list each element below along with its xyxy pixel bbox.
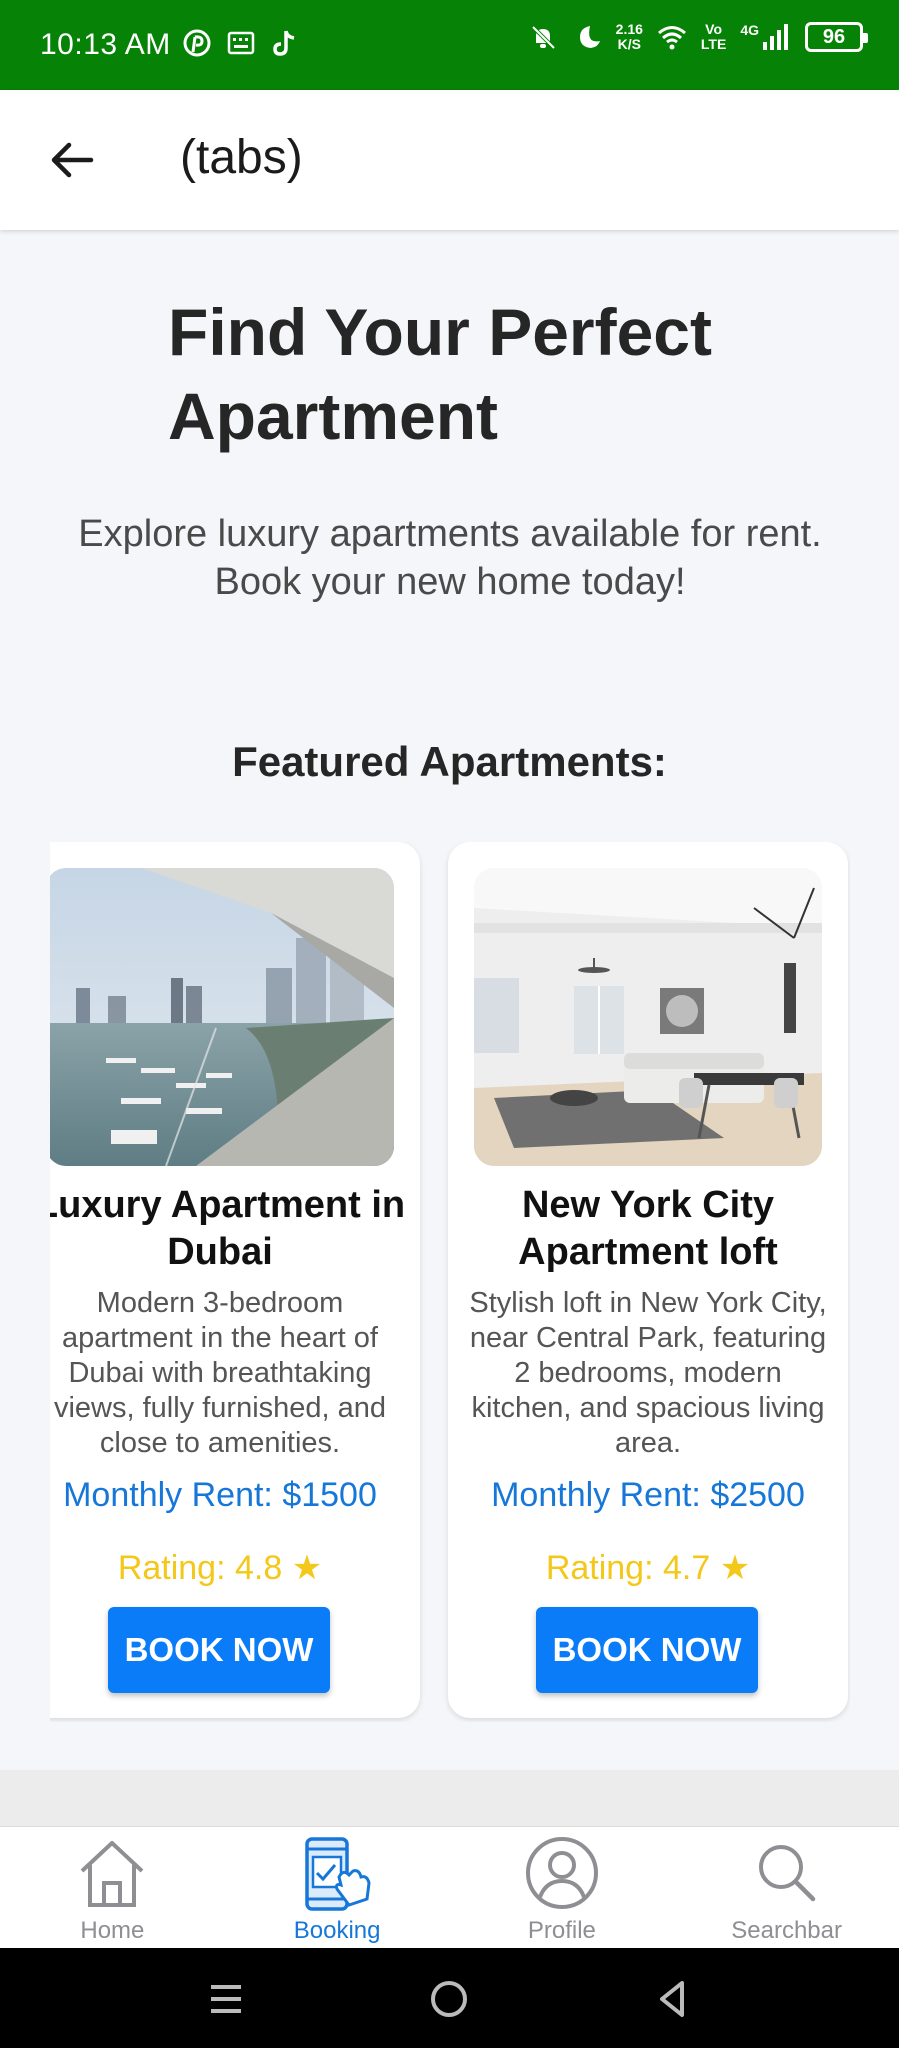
apartment-card-nyc[interactable]: New York City Apartment loft Stylish lof… <box>448 842 848 1718</box>
apartment-card-dubai[interactable]: Luxury Apartment in Dubai Modern 3-bedro… <box>50 842 420 1718</box>
bottom-tab-bar: Home Booking Profile Searchbar <box>0 1826 899 1948</box>
apartment-image-dubai <box>50 868 394 1166</box>
keyboard-icon <box>227 31 255 55</box>
network-speed-unit: K/S <box>617 36 641 52</box>
home-icon <box>81 1841 144 1907</box>
wifi-icon <box>657 26 686 50</box>
battery-level: 96 <box>822 25 846 48</box>
network-type: 4G <box>740 22 759 38</box>
back-button[interactable] <box>44 132 100 188</box>
status-bar: 10:13 AM 2.16 K/S Vo LTE 4G 96 <box>0 0 899 90</box>
book-now-button[interactable]: BOOK NOW <box>536 1607 758 1693</box>
battery-icon: 96 <box>805 22 868 52</box>
apartment-rent: Monthly Rent: $2500 <box>491 1476 805 1514</box>
tab-home[interactable]: Home <box>0 1827 225 1948</box>
signal-icon <box>763 24 788 50</box>
mute-bell-icon <box>531 25 556 50</box>
featured-heading: Featured Apartments: <box>232 738 667 785</box>
apartment-image-nyc <box>474 868 822 1166</box>
tab-searchbar-label: Searchbar <box>731 1917 842 1944</box>
apartment-rating: Rating: 4.7 ★ <box>545 1549 751 1587</box>
tab-booking-label: Booking <box>293 1917 381 1944</box>
profile-icon <box>525 1837 598 1909</box>
signal-strength: 4G <box>740 22 791 52</box>
apartment-carousel[interactable]: Luxury Apartment in Dubai Modern 3-bedro… <box>50 842 850 1722</box>
header-title: (tabs) <box>180 131 303 184</box>
status-time: 10:13 AM <box>40 28 171 61</box>
apartment-title: Luxury Apartment in Dubai <box>50 1184 406 1273</box>
page-subtitle: Explore luxury apartments available for … <box>78 513 822 603</box>
apartment-rating: Rating: 4.8 ★ <box>117 1549 323 1587</box>
network-speed: 2.16 K/S <box>616 22 643 52</box>
scroll-indicator <box>0 1770 899 1826</box>
volte-bottom: LTE <box>700 36 727 52</box>
tab-profile-label: Profile <box>527 1917 596 1944</box>
booking-icon <box>305 1837 371 1911</box>
apartment-rent: Monthly Rent: $1500 <box>63 1476 377 1514</box>
home-circle-icon[interactable] <box>426 1976 472 2022</box>
moon-icon <box>579 26 600 48</box>
tab-home-label: Home <box>80 1917 145 1944</box>
tiktok-icon <box>273 30 295 56</box>
notification-icons <box>182 28 300 58</box>
tab-searchbar[interactable]: Searchbar <box>674 1827 899 1948</box>
menu-icon[interactable] <box>203 1976 249 2022</box>
volte-top: Vo <box>705 21 723 37</box>
tab-profile[interactable]: Profile <box>450 1827 675 1948</box>
book-now-button[interactable]: BOOK NOW <box>108 1607 330 1693</box>
tab-booking[interactable]: Booking <box>225 1827 450 1948</box>
apartment-description: Stylish loft in New York City, near Cent… <box>469 1287 827 1459</box>
network-speed-value: 2.16 <box>615 21 643 37</box>
system-nav-bar <box>0 1948 899 2048</box>
search-icon <box>758 1845 815 1902</box>
app-header: (tabs) <box>0 90 899 230</box>
apartment-description: Modern 3-bedroom apartment in the heart … <box>53 1287 387 1459</box>
page-title: Find Your Perfect Apartment <box>168 295 712 453</box>
arrow-left-icon <box>51 142 94 178</box>
apartment-title: New York City Apartment loft <box>518 1184 778 1273</box>
system-icons: 2.16 K/S Vo LTE 4G 96 <box>528 22 868 52</box>
back-triangle-icon[interactable] <box>650 1976 696 2022</box>
pinterest-icon <box>183 29 211 57</box>
volte-indicator: Vo LTE <box>701 22 726 52</box>
